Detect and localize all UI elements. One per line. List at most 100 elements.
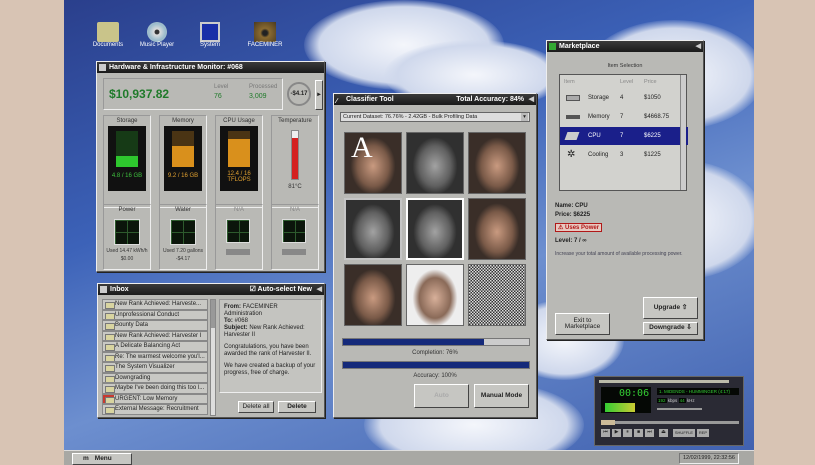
memory-panel: Memory 9.2 / 16 GB (159, 115, 207, 208)
water-panel: Water Used 7.20 gallons -$4.17 (159, 204, 207, 270)
completion-progress (342, 338, 530, 346)
marketplace-window: Marketplace ◀ Item Selection Item Level P… (546, 40, 704, 340)
title-bar[interactable]: Marketplace ◀ (547, 41, 703, 52)
memory-icon (566, 115, 580, 119)
cpu-icon (564, 132, 580, 140)
dataset-select[interactable]: Current Dataset: 76.76% - 2.42GB - Bulk … (340, 112, 530, 122)
seek-bar[interactable] (601, 420, 739, 425)
face-tile[interactable]: A (344, 131, 402, 194)
desktop-icon-music-player[interactable]: Music Player (132, 22, 182, 48)
face-grid: A (344, 131, 530, 330)
inbox-icon (100, 286, 107, 293)
list-item[interactable]: New Rank Achieved: Harvester I (102, 330, 208, 341)
speaker-icon[interactable]: ◀ (529, 94, 534, 105)
manual-mode-button[interactable]: Manual Mode (474, 384, 529, 408)
item-row-cooling[interactable]: ✲ Cooling 3 $1225 (560, 146, 688, 164)
noise-tile[interactable] (468, 264, 526, 326)
balance-panel: $10,937.82 Level 76 Processed 3,009 (103, 78, 283, 110)
exit-marketplace-button[interactable]: Exit to Marketplace (555, 313, 610, 335)
level-value: 76 (214, 93, 222, 100)
chevron-down-icon: ▾ (521, 113, 528, 121)
title-bar[interactable]: Hardware & Infrastructure Monitor: #068 (97, 62, 324, 73)
pause-button[interactable]: ⏸ (623, 429, 632, 437)
item-table: Item Level Price Storage 4 $1050 Memory 7 $4… (559, 74, 688, 191)
marketplace-icon (549, 43, 556, 50)
na-graph (226, 219, 250, 243)
delete-all-button[interactable]: Delete all (238, 401, 274, 413)
shuffle-button[interactable]: SHUFFLE (673, 429, 695, 437)
auto-select-checkbox[interactable]: ☑ Auto-select New (250, 284, 312, 295)
temperature-panel: Temperature 81°C (271, 115, 319, 208)
list-item[interactable]: Bounty Data (102, 320, 208, 331)
list-item[interactable]: The System Visualizer (102, 362, 208, 373)
classifier-window: ∕ Classifier Tool Total Accuracy: 84% ◀ Cu… (333, 93, 537, 418)
face-tile[interactable] (406, 132, 464, 194)
delete-button[interactable]: Delete (278, 401, 316, 413)
upgrade-button[interactable]: Upgrade ⇧ (643, 297, 698, 319)
title-bar[interactable]: ∕ Classifier Tool Total Accuracy: 84% ◀ (334, 94, 536, 105)
folder-icon (97, 22, 119, 42)
face-tile[interactable] (344, 264, 402, 326)
rate-gauge: -$4.17 (287, 82, 311, 106)
volume-slider[interactable] (657, 408, 702, 410)
stop-button[interactable]: ■ (634, 429, 643, 437)
title-bar[interactable]: Inbox ☑ Auto-select New ◀ (98, 284, 324, 295)
speaker-icon[interactable]: ◀ (317, 284, 322, 295)
menu-button[interactable]: m Menu (72, 453, 132, 465)
speaker-icon[interactable]: ◀ (696, 41, 701, 52)
list-item[interactable]: External Message: Recruitment (102, 404, 208, 415)
computer-icon (200, 22, 220, 42)
processed-value: 3,009 (249, 93, 267, 100)
eject-button[interactable]: ⏏ (659, 429, 668, 437)
desktop-icon-system[interactable]: System (185, 22, 235, 48)
play-button[interactable]: ▶ (612, 429, 621, 437)
next-button[interactable]: ⏭ (645, 429, 654, 437)
monitor-icon (99, 64, 106, 71)
item-row-storage[interactable]: Storage 4 $1050 (560, 89, 688, 107)
hardware-monitor-window: Hardware & Infrastructure Monitor: #068 … (96, 61, 325, 272)
table-scrollbar[interactable] (680, 75, 686, 190)
list-item[interactable]: A Delicate Balancing Act (102, 341, 208, 352)
face-tile-selected[interactable] (344, 198, 402, 260)
music-player-window: 00:06 1. MIDENDS - HUMMINGER (4:17) 192 … (594, 376, 744, 446)
na-panel-1: N/A (215, 204, 263, 270)
previous-button[interactable]: ⏮ (601, 429, 610, 437)
message-list: New Rank Achieved: Harveste... Unprofess… (102, 299, 208, 416)
storage-fill (116, 156, 138, 167)
accuracy-progress (342, 361, 530, 369)
desktop-icon-documents[interactable]: Documents (83, 22, 133, 48)
uses-power-badge: ⚠ Uses Power (555, 223, 603, 232)
face-tile[interactable] (468, 198, 526, 260)
repeat-button[interactable]: REP (697, 429, 709, 437)
face-tile[interactable] (468, 132, 526, 194)
list-item[interactable]: Re: The warmest welcome you'l... (102, 351, 208, 362)
classifier-icon: ∕ (336, 98, 338, 105)
list-item[interactable]: Downgrading (102, 372, 208, 383)
spectrum-icon (605, 403, 635, 412)
na-graph (282, 219, 306, 243)
item-row-memory[interactable]: Memory 7 $4668.75 (560, 108, 688, 126)
inbox-window: Inbox ☑ Auto-select New ◀ New Rank Achiev… (97, 283, 325, 418)
eye-icon (254, 22, 276, 42)
list-item[interactable]: Unprofessional Conduct (102, 309, 208, 320)
face-tile-selected[interactable] (406, 198, 464, 260)
water-graph (170, 219, 196, 245)
list-item[interactable]: New Rank Achieved: Harveste... (102, 299, 208, 310)
power-panel: Power Used 14.47 kWh/h $0.00 (103, 204, 151, 270)
message-view: From: FACEMINER Administration To: #068 … (219, 299, 322, 393)
desktop-icon-faceminer[interactable]: FACEMINER (240, 22, 290, 48)
downgrade-button[interactable]: Downgrade ⇩ (643, 322, 698, 335)
expand-button[interactable]: ▸ (315, 80, 323, 110)
face-tile[interactable] (406, 264, 464, 326)
auto-button[interactable]: Auto (414, 384, 469, 408)
list-item[interactable]: Maybe I've been doing this too l... (102, 383, 208, 394)
list-scrollbar[interactable] (210, 299, 216, 416)
item-row-cpu-selected[interactable]: CPU 7 $6225 (560, 127, 688, 145)
play-time: 00:06 (619, 388, 650, 399)
list-item-urgent[interactable]: URGENT: Low Memory (102, 393, 208, 404)
cpu-panel: CPU Usage 12.4 / 16 TFLOPS (215, 115, 263, 208)
cpu-fill (228, 139, 250, 167)
storage-icon (566, 95, 580, 101)
na-panel-2: N/A (271, 204, 319, 270)
taskbar: m Menu 12/02/1999, 22:32:56 (64, 450, 754, 465)
